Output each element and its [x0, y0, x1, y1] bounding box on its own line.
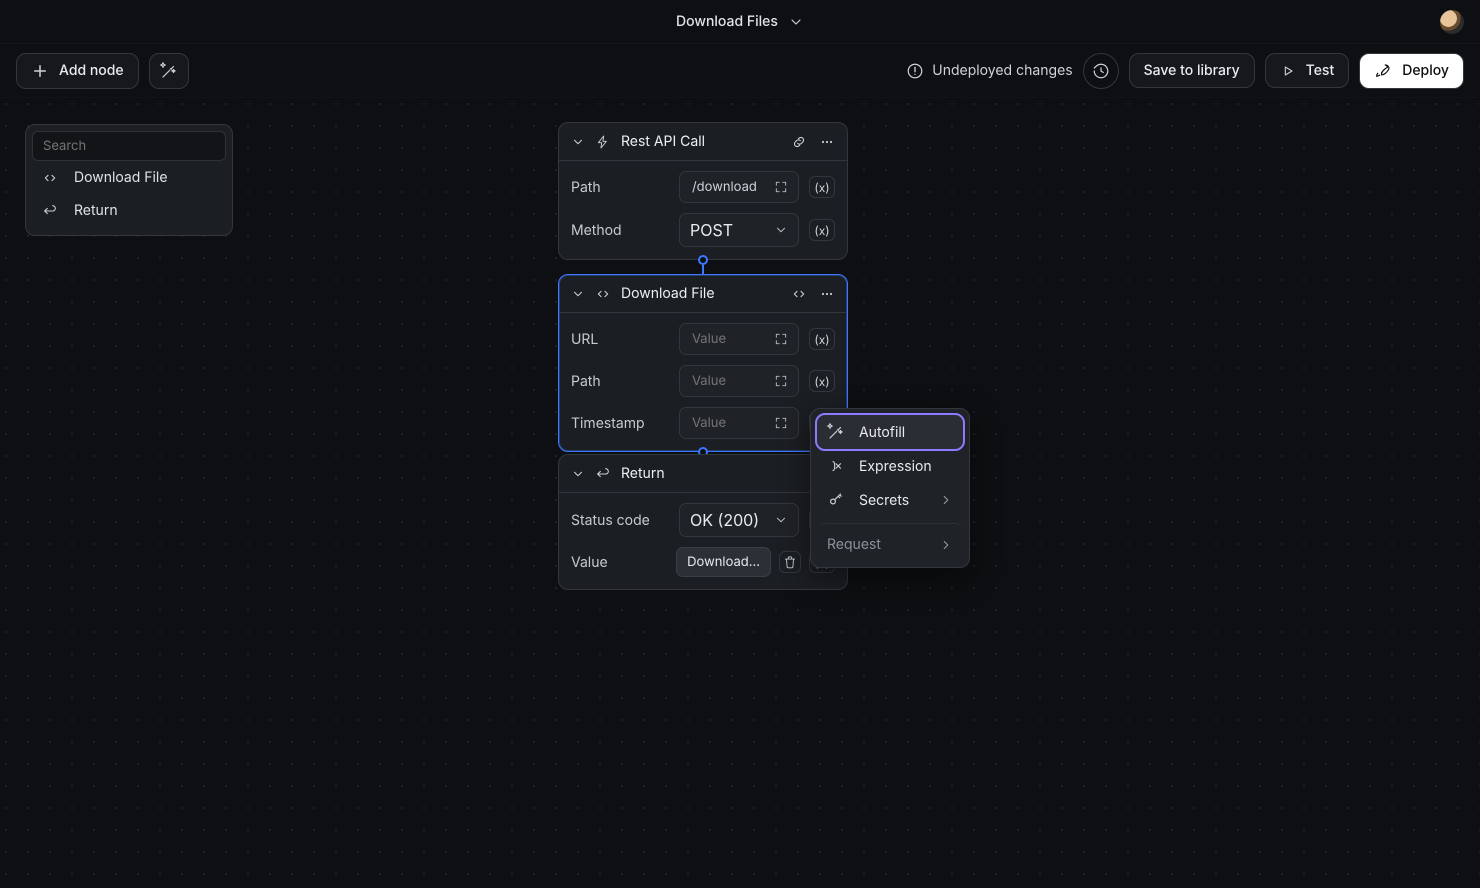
field-label: Method	[571, 222, 669, 239]
expression-toggle[interactable]: (x)	[809, 176, 835, 198]
node-title: Return	[621, 465, 665, 482]
menu-item-request[interactable]: Request	[817, 523, 963, 561]
node-palette: Download File Return	[25, 124, 233, 236]
field-label: Path	[571, 373, 669, 390]
method-select[interactable]: POST	[679, 213, 799, 247]
field-label: URL	[571, 331, 669, 348]
magic-button[interactable]	[149, 53, 189, 89]
bolt-icon	[595, 134, 611, 150]
avatar[interactable]	[1440, 10, 1464, 34]
expression-toggle[interactable]: (x)	[809, 219, 835, 241]
history-icon	[1092, 62, 1110, 80]
more-icon[interactable]	[819, 134, 835, 150]
path-input[interactable]	[679, 171, 799, 203]
caret-down-icon[interactable]	[571, 287, 585, 301]
chevron-down-icon	[788, 14, 804, 30]
code-icon[interactable]	[791, 286, 807, 302]
fx-icon	[827, 457, 845, 475]
url-input[interactable]	[679, 323, 799, 355]
palette-search-input[interactable]	[32, 131, 226, 161]
field-label: Timestamp	[571, 415, 669, 432]
maximize-icon[interactable]	[774, 374, 788, 388]
path-input[interactable]	[679, 365, 799, 397]
expression-toggle[interactable]: (x)	[809, 328, 835, 350]
return-icon	[595, 466, 611, 482]
save-to-library-button[interactable]: Save to library	[1129, 53, 1255, 88]
key-icon	[827, 491, 845, 509]
field-label: Status code	[571, 512, 669, 529]
workflow-title-dropdown[interactable]: Download Files	[676, 13, 804, 30]
wand-icon	[160, 62, 178, 80]
code-icon	[42, 170, 58, 186]
node-download-file[interactable]: Download File URL (x) Path	[558, 274, 848, 452]
deploy-button[interactable]: Deploy	[1359, 53, 1464, 89]
chevron-down-icon	[774, 223, 788, 237]
workflow-title: Download Files	[676, 13, 778, 30]
node-title: Download File	[621, 285, 714, 302]
return-icon	[42, 203, 58, 219]
node-return[interactable]: Return Status code OK (200) (x) Value Do…	[558, 454, 848, 590]
node-rest-api-call[interactable]: Rest API Call Path (x) Method POST	[558, 122, 848, 260]
delete-button[interactable]	[779, 551, 801, 573]
test-button[interactable]: Test	[1265, 53, 1350, 88]
chevron-right-icon	[939, 493, 953, 507]
wand-icon	[827, 423, 845, 441]
status-select[interactable]: OK (200)	[679, 503, 799, 537]
field-label: Path	[571, 179, 669, 196]
caret-down-icon[interactable]	[571, 467, 585, 481]
maximize-icon[interactable]	[774, 180, 788, 194]
add-node-button[interactable]: Add node	[16, 53, 139, 89]
link-icon[interactable]	[791, 134, 807, 150]
play-icon	[1280, 63, 1296, 79]
more-icon[interactable]	[819, 286, 835, 302]
caret-down-icon[interactable]	[571, 135, 585, 149]
alert-icon	[906, 62, 924, 80]
palette-item-download-file[interactable]: Download File	[32, 161, 226, 194]
trash-icon	[783, 555, 797, 569]
menu-item-expression[interactable]: Expression	[817, 449, 963, 483]
field-label: Value	[571, 554, 666, 571]
node-title: Rest API Call	[621, 133, 705, 150]
menu-item-secrets[interactable]: Secrets	[817, 483, 963, 517]
context-menu: Autofill Expression Secrets Request	[810, 408, 970, 568]
plus-icon	[31, 62, 49, 80]
chevron-right-icon	[939, 538, 953, 552]
chevron-down-icon	[774, 513, 788, 527]
rocket-icon	[1374, 62, 1392, 80]
menu-item-autofill[interactable]: Autofill	[817, 415, 963, 449]
output-port[interactable]	[698, 255, 708, 265]
history-button[interactable]	[1083, 53, 1119, 89]
maximize-icon[interactable]	[774, 332, 788, 346]
timestamp-input[interactable]	[679, 407, 799, 439]
palette-item-return[interactable]: Return	[32, 194, 226, 227]
value-chip[interactable]: Download…	[676, 547, 771, 577]
code-icon	[595, 286, 611, 302]
expression-toggle[interactable]: (x)	[809, 370, 835, 392]
maximize-icon[interactable]	[774, 416, 788, 430]
undeployed-indicator: Undeployed changes	[906, 62, 1072, 80]
